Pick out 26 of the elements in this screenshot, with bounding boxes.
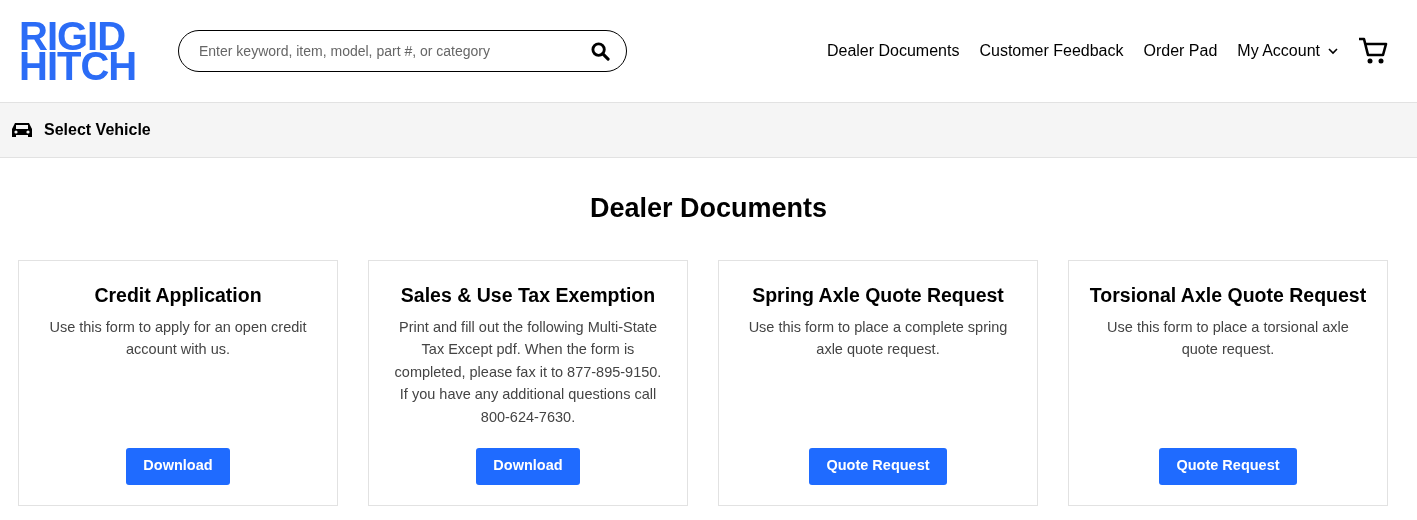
card-description: Use this form to place a complete spring axle quote request.: [747, 317, 1009, 360]
account-menu[interactable]: My Account: [1237, 39, 1338, 63]
select-vehicle-label[interactable]: Select Vehicle: [44, 118, 151, 142]
card-description: Use this form to place a torsional axle quote request.: [1106, 317, 1350, 360]
vehicle-bar[interactable]: Select Vehicle: [0, 102, 1417, 158]
car-icon: [10, 121, 34, 139]
search-input[interactable]: Enter keyword, item, model, part #, or category: [199, 40, 591, 62]
card-button[interactable]: Quote Request: [809, 447, 947, 485]
chevron-down-icon: [1328, 47, 1338, 55]
card-title: Credit Application: [94, 282, 262, 308]
nav-link[interactable]: Dealer Documents: [826, 39, 960, 63]
card-button[interactable]: Download: [476, 447, 580, 485]
card-description: Print and fill out the following Multi-State Tax Except pdf. When the form is completed, please fax it to 877-895-9150. If you have any additional questions call 800-624-7630.: [393, 317, 663, 427]
card-title: Sales & Use Tax Exemption: [400, 282, 656, 308]
card-button[interactable]: Quote Request: [1159, 447, 1297, 485]
logo-text[interactable]: RIGID: [19, 21, 126, 51]
card-button[interactable]: Download: [126, 447, 230, 485]
card-title: Torsional Axle Quote Request: [1089, 282, 1367, 308]
card-description: Use this form to apply for an open credit account with us.: [48, 317, 308, 360]
card-title: Spring Axle Quote Request: [752, 282, 1004, 308]
page-heading: Dealer Documents: [588, 192, 829, 225]
logo-text[interactable]: HITCH: [19, 51, 137, 81]
nav-link[interactable]: Customer Feedback: [979, 39, 1124, 63]
nav-link[interactable]: Order Pad: [1143, 39, 1218, 63]
cart-icon[interactable]: [1358, 37, 1388, 65]
search-icon[interactable]: [591, 41, 610, 61]
